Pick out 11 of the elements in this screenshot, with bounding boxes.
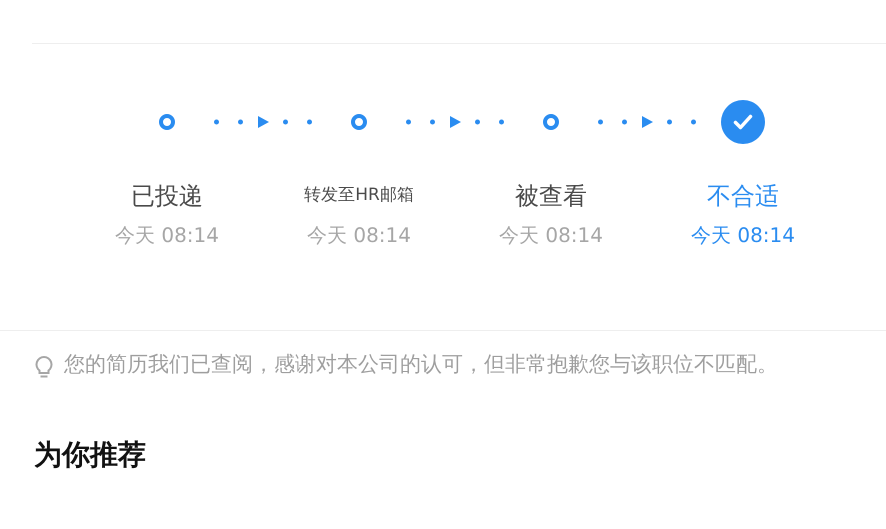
step-label: 不合适: [707, 181, 779, 212]
step-label: 转发至HR邮箱: [304, 184, 414, 208]
tip-text: 您的简历我们已查阅，感谢对本公司的认可，但非常抱歉您与该职位不匹配。: [64, 351, 779, 378]
step-label: 被查看: [515, 181, 587, 212]
step-label: 已投递: [131, 181, 203, 212]
step-time: 今天 08:14: [499, 222, 603, 249]
step-time: 今天 08:14: [691, 222, 795, 249]
lightbulb-icon: [34, 355, 54, 379]
section-title: 为你推荐: [34, 437, 147, 473]
step-time: 今天 08:14: [115, 222, 219, 249]
step-time: 今天 08:14: [307, 222, 411, 249]
